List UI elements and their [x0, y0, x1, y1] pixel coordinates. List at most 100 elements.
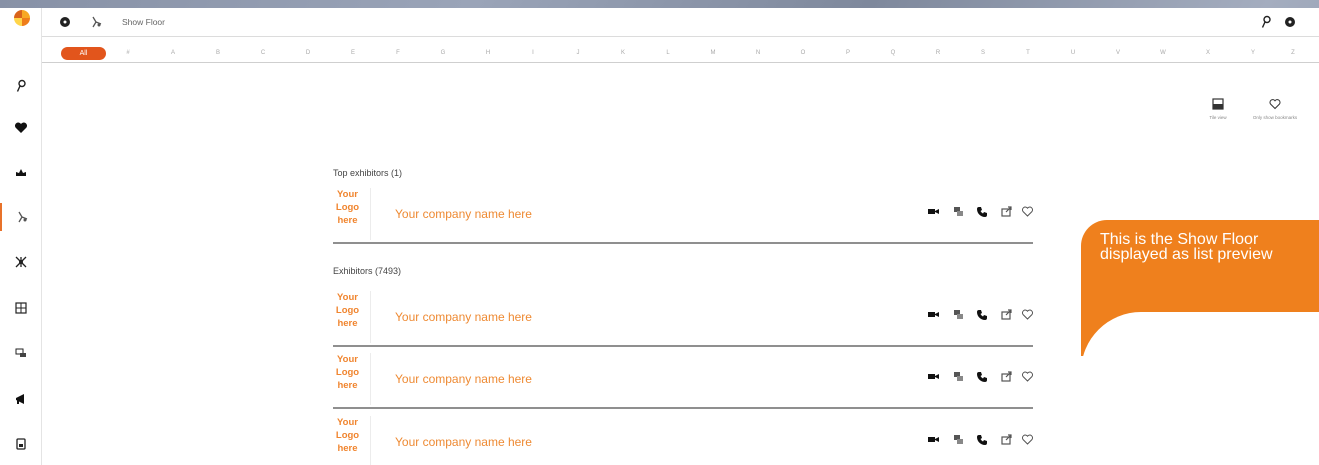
- tooltip-text: This is the Show Floor displayed as list…: [1100, 231, 1273, 263]
- profile-icon[interactable]: [1283, 15, 1297, 29]
- phone-icon[interactable]: [976, 205, 989, 218]
- filter-letter[interactable]: X: [1202, 50, 1214, 56]
- company-name[interactable]: Your company name here: [395, 310, 532, 324]
- exhibitor-row[interactable]: Your Logo here Your company name here: [325, 416, 1033, 465]
- bookmark-heart-icon[interactable]: [1021, 205, 1034, 218]
- pin-icon[interactable]: [1259, 15, 1273, 29]
- sidebar-item-top[interactable]: [0, 158, 42, 186]
- sidebar-item-favorites[interactable]: [0, 114, 42, 142]
- video-icon[interactable]: [927, 370, 940, 383]
- filter-letter[interactable]: S: [977, 50, 989, 56]
- bookmark-heart-icon[interactable]: [1021, 370, 1034, 383]
- filter-letter[interactable]: U: [1067, 50, 1079, 56]
- filter-letter[interactable]: M: [707, 50, 719, 56]
- exhibitor-row[interactable]: Your Logo here Your company name here: [325, 291, 1033, 347]
- filter-letter[interactable]: W: [1157, 50, 1169, 56]
- tutorial-tooltip: This is the Show Floor displayed as list…: [1081, 220, 1319, 356]
- filter-letter[interactable]: C: [257, 50, 269, 56]
- filter-letter[interactable]: V: [1112, 50, 1124, 56]
- sessions-icon: [15, 302, 27, 314]
- sidebar-item-announcements[interactable]: [0, 385, 42, 413]
- filter-letter[interactable]: T: [1022, 50, 1034, 56]
- filter-letter[interactable]: Q: [887, 50, 899, 56]
- row-divider: [333, 242, 1033, 244]
- exhibitor-logo: Your Logo here: [325, 291, 371, 343]
- phone-icon[interactable]: [976, 433, 989, 446]
- filter-letter[interactable]: B: [212, 50, 224, 56]
- video-icon[interactable]: [927, 433, 940, 446]
- heart-icon: [14, 122, 28, 133]
- breadcrumb: Show Floor: [122, 17, 165, 27]
- share-icon[interactable]: [1000, 433, 1013, 446]
- account-icon[interactable]: [58, 15, 72, 29]
- heart-outline-icon: [1269, 99, 1281, 110]
- sidebar-item-location[interactable]: [0, 72, 42, 100]
- meetings-icon: [15, 348, 26, 357]
- alphabet-filter: All # A B C D E F G H I J K L M N O P Q …: [42, 47, 1319, 63]
- filter-letter[interactable]: Z: [1287, 50, 1299, 56]
- only-bookmarks-button[interactable]: Only show bookmarks: [1240, 98, 1310, 120]
- filter-letter[interactable]: O: [797, 50, 809, 56]
- filter-letter[interactable]: Y: [1247, 50, 1259, 56]
- sidebar: [0, 8, 42, 465]
- phone-icon[interactable]: [976, 370, 989, 383]
- filter-letter[interactable]: N: [752, 50, 764, 56]
- exhibitor-logo: Your Logo here: [325, 416, 371, 465]
- video-icon[interactable]: [927, 308, 940, 321]
- show-floor-icon: [18, 211, 28, 223]
- tooltip-curve: [1081, 312, 1319, 356]
- exhibitor-logo: Your Logo here: [325, 188, 371, 240]
- filter-all-button[interactable]: All: [61, 47, 106, 60]
- sidebar-item-networking[interactable]: [0, 248, 42, 276]
- row-actions: [903, 308, 1033, 322]
- sidebar-item-meetings[interactable]: [0, 339, 42, 367]
- chat-icon[interactable]: [952, 370, 965, 383]
- phone-icon[interactable]: [976, 308, 989, 321]
- tile-view-icon: [1212, 98, 1224, 110]
- badge-icon: [16, 438, 26, 450]
- sidebar-item-badge[interactable]: [0, 430, 42, 458]
- row-actions: [903, 370, 1033, 384]
- filter-letter[interactable]: A: [167, 50, 179, 56]
- row-divider: [333, 345, 1033, 347]
- app-logo-icon[interactable]: [14, 10, 30, 26]
- filter-letter[interactable]: D: [302, 50, 314, 56]
- filter-letter[interactable]: H: [482, 50, 494, 56]
- exhibitor-row[interactable]: Your Logo here Your company name here: [325, 188, 1033, 244]
- share-icon[interactable]: [1000, 370, 1013, 383]
- share-icon[interactable]: [1000, 205, 1013, 218]
- filter-letter[interactable]: K: [617, 50, 629, 56]
- row-actions: [903, 433, 1033, 447]
- filter-letter[interactable]: L: [662, 50, 674, 56]
- video-icon[interactable]: [927, 205, 940, 218]
- company-name[interactable]: Your company name here: [395, 207, 532, 221]
- network-icon: [15, 256, 27, 268]
- bookmark-heart-icon[interactable]: [1021, 308, 1034, 321]
- exhibitors-title: Exhibitors (7493): [333, 266, 402, 276]
- company-name[interactable]: Your company name here: [395, 372, 532, 386]
- company-name[interactable]: Your company name here: [395, 435, 532, 449]
- filter-letter[interactable]: G: [437, 50, 449, 56]
- filter-letter[interactable]: #: [122, 50, 134, 56]
- filter-letter[interactable]: P: [842, 50, 854, 56]
- bookmark-heart-icon[interactable]: [1021, 433, 1034, 446]
- filter-letter[interactable]: F: [392, 50, 404, 56]
- filter-letter[interactable]: J: [572, 50, 584, 56]
- share-icon[interactable]: [1000, 308, 1013, 321]
- chat-icon[interactable]: [952, 308, 965, 321]
- sidebar-item-sessions[interactable]: [0, 294, 42, 322]
- top-exhibitors-title: Top exhibitors (1): [333, 168, 403, 178]
- filter-letter[interactable]: I: [527, 50, 539, 56]
- crown-icon: [16, 169, 26, 176]
- filter-letter[interactable]: R: [932, 50, 944, 56]
- only-bookmarks-label: Only show bookmarks: [1252, 115, 1298, 120]
- sidebar-item-show-floor[interactable]: [0, 203, 42, 231]
- top-bar: Show Floor: [42, 8, 1319, 37]
- megaphone-icon: [16, 394, 24, 404]
- row-divider: [333, 407, 1033, 409]
- exhibitor-logo: Your Logo here: [325, 353, 371, 405]
- chat-icon[interactable]: [952, 205, 965, 218]
- chat-icon[interactable]: [952, 433, 965, 446]
- filter-letter[interactable]: E: [347, 50, 359, 56]
- exhibitor-row[interactable]: Your Logo here Your company name here: [325, 353, 1033, 409]
